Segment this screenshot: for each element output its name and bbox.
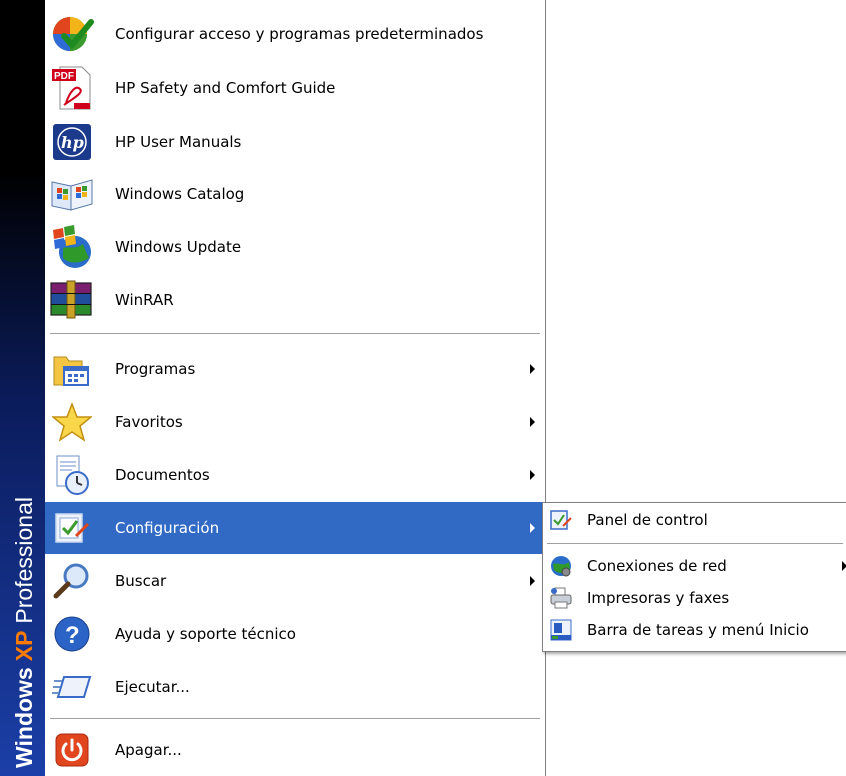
menu-item-configuracion[interactable]: Configuración: [45, 502, 544, 554]
menu-item-windows-update[interactable]: Windows Update: [45, 221, 544, 273]
submenu-arrow-icon: [530, 417, 535, 427]
control-panel-icon: [549, 508, 573, 532]
submenu-arrow-icon: [530, 470, 535, 480]
menu-item-label: Ayuda y soporte técnico: [115, 625, 296, 643]
menu-item-documentos[interactable]: Documentos: [45, 449, 544, 501]
menu-item-apagar[interactable]: Apagar...: [45, 724, 544, 776]
menu-item-default-programs[interactable]: Configurar acceso y programas predetermi…: [45, 8, 544, 60]
menu-item-label: Configurar acceso y programas predetermi…: [115, 25, 484, 43]
svg-text:?: ?: [65, 622, 80, 649]
menu-item-label: Windows Catalog: [115, 185, 245, 203]
printers-faxes-icon: [549, 586, 573, 610]
menu-item-programas[interactable]: Programas: [45, 343, 544, 395]
submenu-item-label: Barra de tareas y menú Inicio: [587, 621, 809, 639]
start-menu-banner: Windows XP Professional: [0, 0, 45, 776]
windows-catalog-icon: [49, 171, 95, 217]
menu-item-label: Windows Update: [115, 238, 242, 256]
menu-item-ejecutar[interactable]: Ejecutar...: [45, 661, 544, 713]
menu-separator: [50, 718, 540, 720]
hp-icon: hp: [49, 119, 95, 165]
submenu-item-barra-de-tareas[interactable]: Barra de tareas y menú Inicio: [543, 616, 846, 644]
menu-item-hp-user-manuals[interactable]: hp HP User Manuals: [45, 116, 544, 168]
documents-icon: [49, 452, 95, 498]
menu-item-label: Buscar: [115, 572, 167, 590]
pdf-icon: PDF: [49, 65, 95, 111]
submenu-item-label: Panel de control: [587, 511, 708, 529]
submenu-item-label: Impresoras y faxes: [587, 589, 730, 607]
menu-item-label: HP Safety and Comfort Guide: [115, 79, 336, 97]
menu-item-windows-catalog[interactable]: Windows Catalog: [45, 168, 544, 220]
run-icon: [49, 664, 95, 710]
menu-separator: [50, 333, 540, 335]
windows-update-icon: [49, 224, 95, 270]
menu-item-label: HP User Manuals: [115, 133, 242, 151]
menu-item-winrar[interactable]: WinRAR: [45, 274, 544, 326]
menu-item-label: WinRAR: [115, 291, 174, 309]
power-icon: [49, 727, 95, 773]
taskbar-icon: [549, 618, 573, 642]
submenu-arrow-icon: [530, 364, 535, 374]
menu-item-favoritos[interactable]: Favoritos: [45, 396, 544, 448]
banner-xp-text: XP: [11, 630, 37, 662]
submenu-item-impresoras-y-faxes[interactable]: Impresoras y faxes: [543, 584, 846, 612]
default-programs-icon: [49, 11, 95, 57]
menu-item-label: Programas: [115, 360, 196, 378]
programs-folder-icon: [49, 346, 95, 392]
menu-item-hp-safety-guide[interactable]: PDF HP Safety and Comfort Guide: [45, 62, 544, 114]
submenu-arrow-icon: [530, 523, 535, 533]
submenu-item-panel-de-control[interactable]: Panel de control: [543, 506, 846, 534]
search-magnifier-icon: [49, 558, 95, 604]
submenu-arrow-icon: [842, 561, 846, 571]
winrar-icon: [49, 277, 95, 323]
menu-item-label: Ejecutar...: [115, 678, 190, 696]
submenu-item-label: Conexiones de red: [587, 557, 727, 575]
menu-item-label: Favoritos: [115, 413, 183, 431]
menu-item-label: Apagar...: [115, 741, 182, 759]
menu-item-ayuda[interactable]: ? Ayuda y soporte técnico: [45, 608, 544, 660]
menu-item-label: Configuración: [115, 519, 220, 537]
help-icon: ?: [49, 611, 95, 657]
settings-icon: [49, 505, 95, 551]
start-menu: Windows XP Professional Configurar acceso …: [0, 0, 546, 776]
submenu-item-conexiones-de-red[interactable]: Conexiones de red: [543, 552, 846, 580]
favorites-star-icon: [49, 399, 95, 445]
svg-text:PDF: PDF: [54, 71, 74, 82]
banner-windows-text: Windows: [11, 667, 37, 768]
svg-text:hp: hp: [61, 133, 84, 152]
submenu-separator: [547, 543, 843, 545]
menu-item-buscar[interactable]: Buscar: [45, 555, 544, 607]
banner-professional-text: Professional: [11, 497, 37, 624]
menu-item-label: Documentos: [115, 466, 210, 484]
network-connections-icon: [549, 554, 573, 578]
configuracion-submenu: Panel de control Conexiones de red Impre…: [542, 502, 846, 652]
submenu-arrow-icon: [530, 576, 535, 586]
